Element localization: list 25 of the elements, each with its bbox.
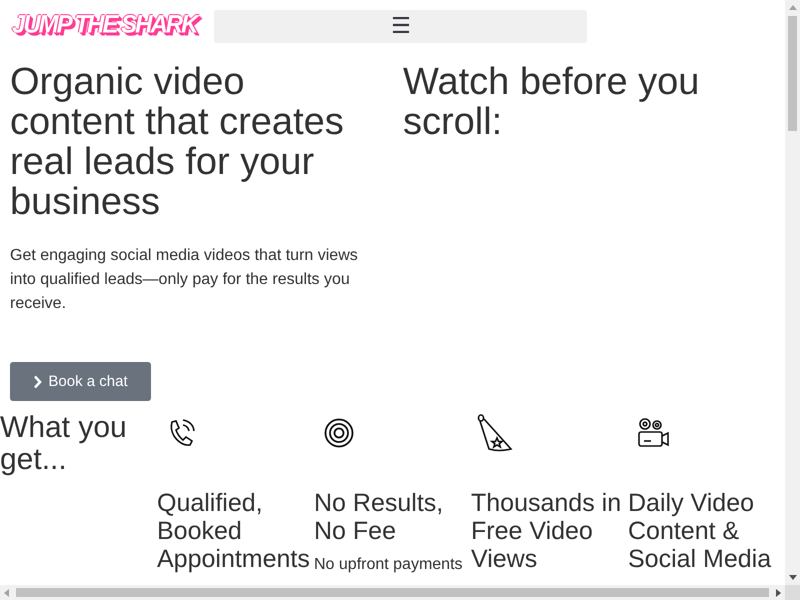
feature-title: Thousands in Free Video Views <box>471 489 622 573</box>
spotlight-icon <box>477 414 513 452</box>
feature-title: Daily Video Content & Social Media <box>628 489 772 573</box>
hero-text: Get engaging social media videos that turn views into qualified leads—only pay for the results you receive. <box>10 246 359 314</box>
hero-heading: Organic video content that creates real leads for your business <box>10 62 345 222</box>
scrollbar-corner <box>785 585 800 600</box>
scroll-down-icon[interactable] <box>788 575 796 580</box>
features-heading: What you get... <box>0 412 128 478</box>
scrollbar-thumb[interactable] <box>788 16 797 131</box>
video-camera-icon <box>638 418 670 450</box>
vertical-scrollbar[interactable] <box>785 0 800 585</box>
scroll-right-icon[interactable] <box>776 588 781 596</box>
scrollbar-thumb[interactable] <box>16 588 769 597</box>
feature-title: Qualified, Booked Appointments <box>157 489 311 573</box>
scroll-up-icon[interactable] <box>788 5 796 10</box>
feature-text: No upfront payments <box>314 555 464 575</box>
logo[interactable]: JUMP THE SHARK <box>10 9 200 43</box>
scroll-left-icon[interactable] <box>4 588 9 596</box>
feature-title: No Results, No Fee <box>314 489 444 545</box>
menu-button[interactable]: ☰ <box>214 10 588 42</box>
book-chat-button[interactable]: Book a chat <box>10 362 151 401</box>
chevron-icon <box>33 374 42 388</box>
target-icon <box>324 418 354 448</box>
horizontal-scrollbar[interactable] <box>0 585 785 600</box>
video-heading: Watch before you scroll: <box>403 62 700 142</box>
